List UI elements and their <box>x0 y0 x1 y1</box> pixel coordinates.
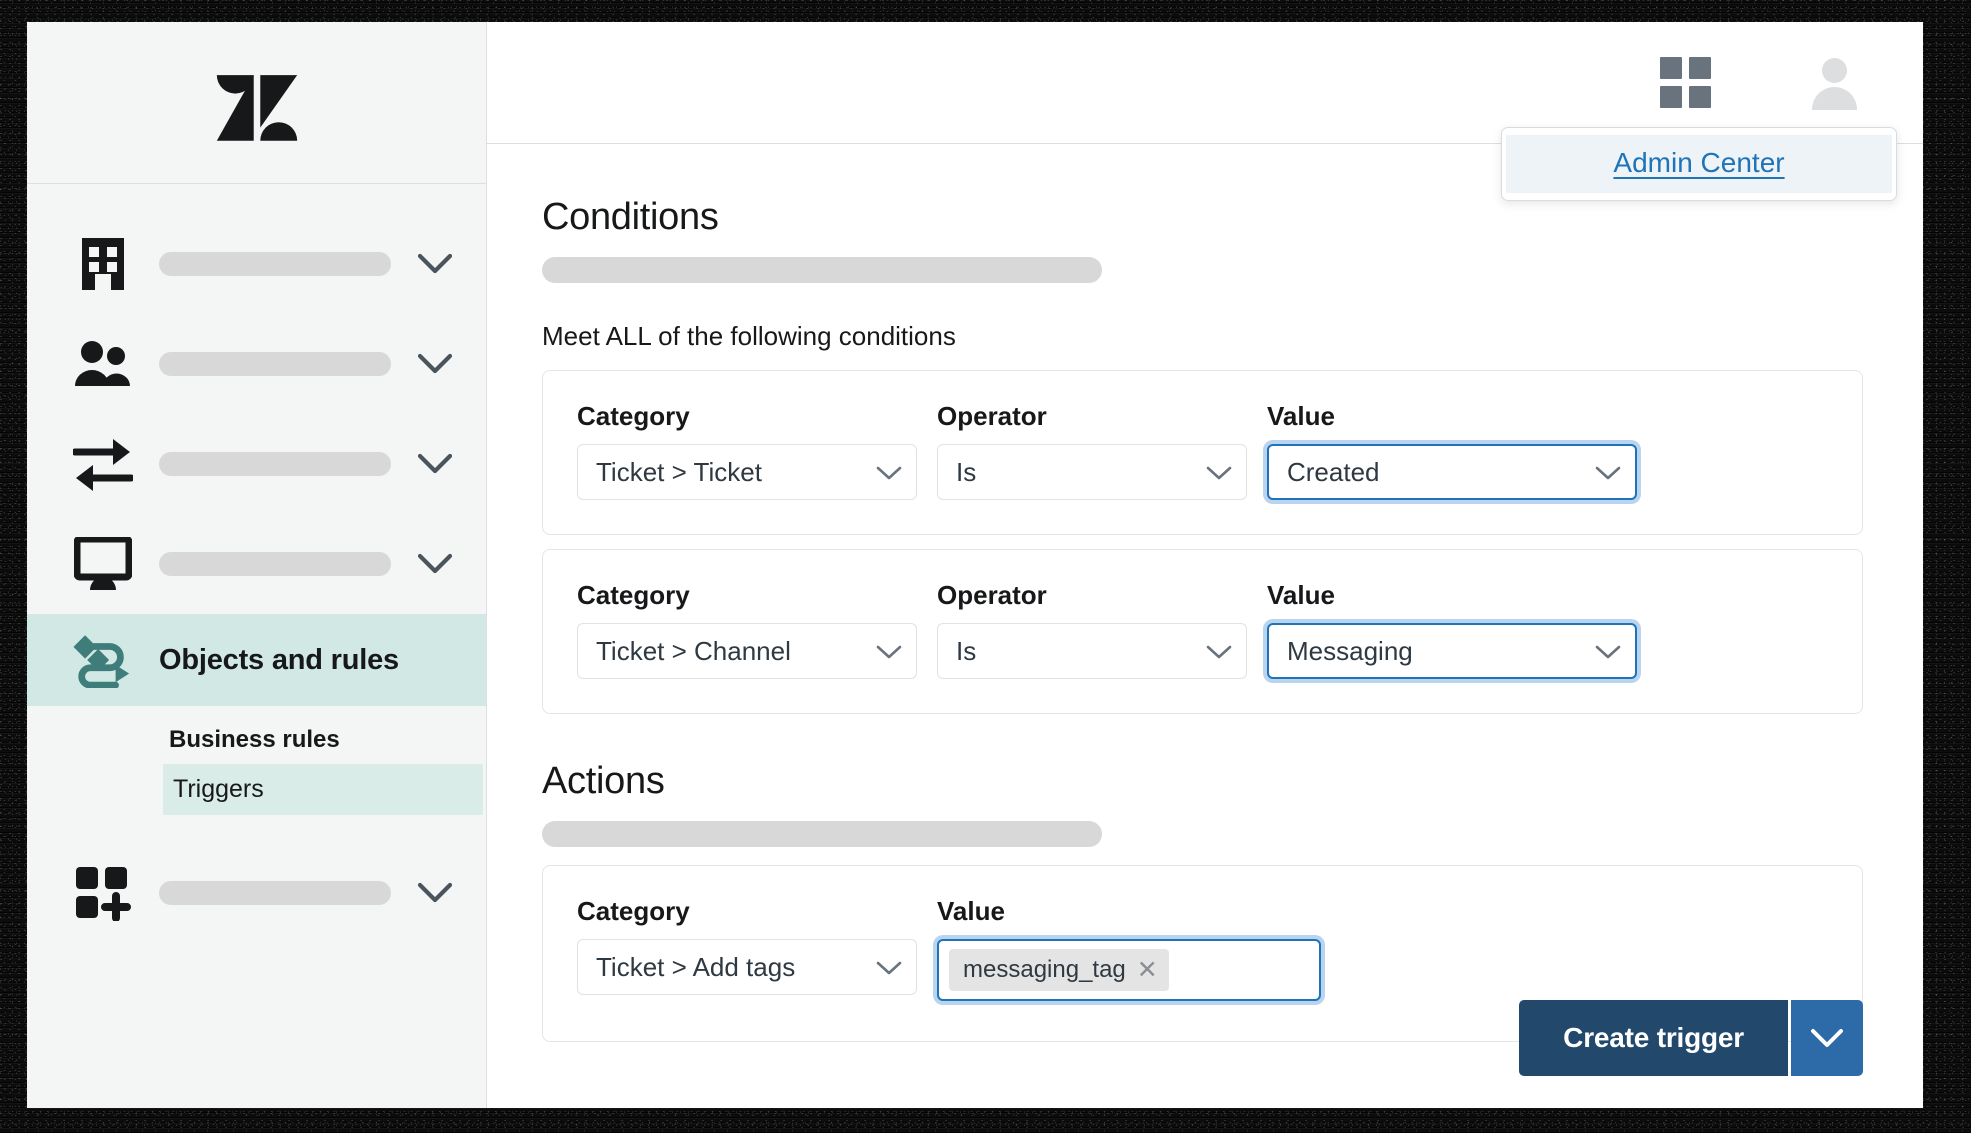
tag-chip-label: messaging_tag <box>963 956 1126 983</box>
sidebar-subnav: Business rules Triggers <box>27 706 486 815</box>
main-area: Admin Center Conditions Meet ALL of the … <box>487 22 1923 1108</box>
sidebar: Objects and rules Business rules Trigger… <box>27 22 487 1108</box>
sidebar-item-triggers[interactable]: Triggers <box>163 764 483 815</box>
chevron-down-icon <box>1811 1028 1843 1047</box>
content-area: Conditions Meet ALL of the following con… <box>487 144 1923 1108</box>
create-trigger-button[interactable]: Create trigger <box>1519 1000 1788 1076</box>
sidebar-item-people[interactable] <box>27 314 486 414</box>
sidebar-item-account[interactable] <box>27 214 486 314</box>
create-trigger-dropdown-button[interactable] <box>1791 1000 1863 1076</box>
chevron-down-icon[interactable] <box>418 882 452 904</box>
condition-row: Category Ticket > Channel Operator Is Va… <box>542 549 1863 714</box>
field-label: Operator <box>937 580 1047 610</box>
select-value: Ticket > Channel <box>596 635 791 666</box>
tag-chip[interactable]: messaging_tag ✕ <box>949 949 1169 991</box>
sidebar-label-placeholder <box>159 881 391 905</box>
condition-operator-field: Operator Is <box>937 580 1247 679</box>
field-label: Category <box>577 580 690 610</box>
condition-category-field: Category Ticket > Ticket <box>577 401 917 500</box>
top-bar <box>487 22 1923 144</box>
chevron-down-icon <box>876 636 902 667</box>
condition-operator-select[interactable]: Is <box>937 444 1247 500</box>
condition-category-select[interactable]: Ticket > Ticket <box>577 444 917 500</box>
condition-operator-select[interactable]: Is <box>937 623 1247 679</box>
sidebar-label-placeholder <box>159 552 391 576</box>
brand-area <box>27 22 486 184</box>
transfer-arrows-icon <box>73 436 133 492</box>
chevron-down-icon <box>876 952 902 983</box>
field-label: Category <box>577 896 690 926</box>
select-value: Is <box>956 635 977 666</box>
action-value-field: Value messaging_tag ✕ <box>937 896 1321 1001</box>
select-value: Created <box>1287 456 1380 487</box>
condition-value-field: Value Created <box>1267 401 1637 500</box>
page-title-actions: Actions <box>542 760 665 802</box>
condition-category-field: Category Ticket > Channel <box>577 580 917 679</box>
chevron-down-icon[interactable] <box>418 453 452 475</box>
field-label: Value <box>1267 401 1335 431</box>
action-category-select[interactable]: Ticket > Add tags <box>577 939 917 995</box>
zendesk-app-window: Objects and rules Business rules Trigger… <box>27 22 1923 1108</box>
zendesk-logo <box>216 74 297 141</box>
select-value: Ticket > Ticket <box>596 456 762 487</box>
close-icon[interactable]: ✕ <box>1137 957 1158 983</box>
condition-row: Category Ticket > Ticket Operator Is Val… <box>542 370 1863 535</box>
chevron-down-icon <box>1595 457 1621 488</box>
monitor-icon <box>73 537 133 591</box>
chevron-down-icon <box>1206 636 1232 667</box>
subnav-group-label: Business rules <box>169 726 340 753</box>
apps-add-icon <box>73 865 133 921</box>
select-value: Ticket > Add tags <box>596 951 796 982</box>
action-category-field: Category Ticket > Add tags <box>577 896 917 1001</box>
select-value: Is <box>956 456 977 487</box>
condition-value-select[interactable]: Messaging <box>1267 623 1637 679</box>
chevron-down-icon <box>1206 457 1232 488</box>
sidebar-label-placeholder <box>159 452 391 476</box>
footer-actions: Create trigger <box>1519 1000 1863 1076</box>
chevron-down-icon[interactable] <box>418 253 452 275</box>
product-tray-dropdown: Admin Center <box>1501 127 1897 201</box>
condition-value-field: Value Messaging <box>1267 580 1637 679</box>
people-icon <box>73 340 133 388</box>
field-label: Operator <box>937 401 1047 431</box>
building-icon <box>73 236 133 292</box>
page-title-conditions: Conditions <box>542 196 719 238</box>
select-value: Messaging <box>1287 635 1413 666</box>
menu-item-admin-center[interactable]: Admin Center <box>1506 135 1892 193</box>
chevron-down-icon[interactable] <box>418 353 452 375</box>
chevron-down-icon <box>876 457 902 488</box>
sidebar-item-objects-and-rules[interactable]: Objects and rules <box>27 614 486 706</box>
condition-value-select[interactable]: Created <box>1267 444 1637 500</box>
field-label: Value <box>1267 580 1335 610</box>
sidebar-label-placeholder <box>159 352 391 376</box>
sidebar-item-label: Objects and rules <box>159 643 399 676</box>
condition-operator-field: Operator Is <box>937 401 1247 500</box>
sidebar-nav-list: Objects and rules Business rules Trigger… <box>27 184 486 943</box>
condition-category-select[interactable]: Ticket > Channel <box>577 623 917 679</box>
grid-icon[interactable] <box>1660 57 1711 108</box>
sidebar-item-workspaces[interactable] <box>27 514 486 614</box>
sidebar-item-apps[interactable] <box>27 843 486 943</box>
field-label: Value <box>937 896 1005 926</box>
chevron-down-icon[interactable] <box>418 553 452 575</box>
action-tags-input[interactable]: messaging_tag ✕ <box>937 939 1321 1001</box>
user-avatar-icon[interactable] <box>1807 56 1861 110</box>
sidebar-item-channels[interactable] <box>27 414 486 514</box>
field-label: Category <box>577 401 690 431</box>
actions-subtitle-placeholder <box>542 821 1102 847</box>
meet-all-label: Meet ALL of the following conditions <box>542 321 956 351</box>
chevron-down-icon <box>1595 636 1621 667</box>
conditions-subtitle-placeholder <box>542 257 1102 283</box>
objects-rules-icon <box>73 632 133 688</box>
sidebar-label-placeholder <box>159 252 391 276</box>
